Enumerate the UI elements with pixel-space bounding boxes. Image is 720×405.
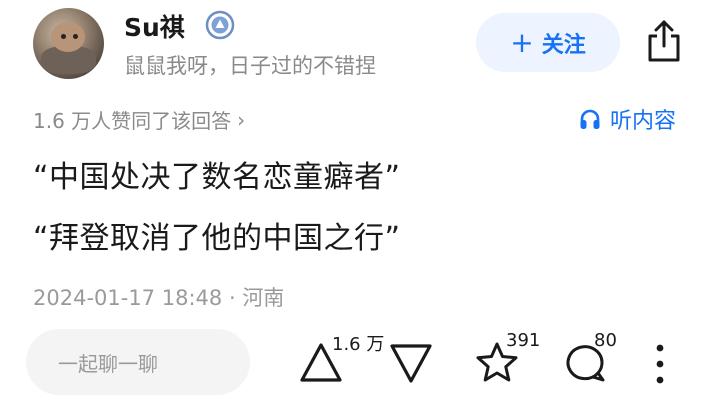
post-location: 河南 — [242, 286, 285, 310]
follow-button[interactable]: + 关注 — [476, 13, 620, 72]
plus-icon: + — [510, 25, 534, 59]
comment-count: 80 — [594, 330, 617, 351]
avatar-eye — [73, 34, 78, 39]
favorite-button[interactable]: 391 — [474, 330, 554, 392]
favorite-count: 391 — [506, 330, 541, 351]
post-meta: 2024-01-17 18:48 · 河南 — [33, 282, 284, 312]
downvote-icon[interactable] — [388, 340, 434, 386]
share-icon[interactable] — [644, 18, 684, 64]
comment-button[interactable]: 80 — [562, 330, 632, 392]
avatar[interactable] — [33, 8, 104, 79]
upvote-summary-text: 1.6 万人赞同了该回答 — [33, 109, 232, 133]
answer-text-line: “拜登取消了他的中国之行” — [33, 221, 401, 256]
listen-label: 听内容 — [610, 109, 677, 134]
verified-badge-icon — [205, 10, 235, 40]
avatar-eye — [61, 34, 66, 39]
avatar-face — [51, 22, 85, 52]
more-icon[interactable] — [650, 342, 670, 386]
post-date: 2024-01-17 18:48 — [33, 286, 223, 310]
author-bio: 鼠鼠我呀，日子过的不错捏 — [124, 54, 376, 78]
upvote-button[interactable]: 1.6 万 — [298, 334, 390, 392]
author-name[interactable]: Su祺 — [124, 8, 185, 44]
chevron-right-icon: › — [237, 107, 246, 132]
follow-label: 关注 — [541, 32, 586, 58]
headphone-icon — [580, 109, 600, 129]
comment-placeholder: 一起聊一聊 — [58, 351, 158, 376]
upvote-count: 1.6 万 — [332, 334, 385, 355]
meta-separator: · — [228, 286, 236, 310]
comment-input[interactable]: 一起聊一聊 — [26, 329, 250, 395]
upvote-summary[interactable]: 1.6 万人赞同了该回答 › — [33, 105, 245, 134]
listen-button[interactable]: 听内容 — [578, 103, 676, 135]
answer-text-line: “中国处决了数名恋童癖者” — [33, 160, 401, 195]
